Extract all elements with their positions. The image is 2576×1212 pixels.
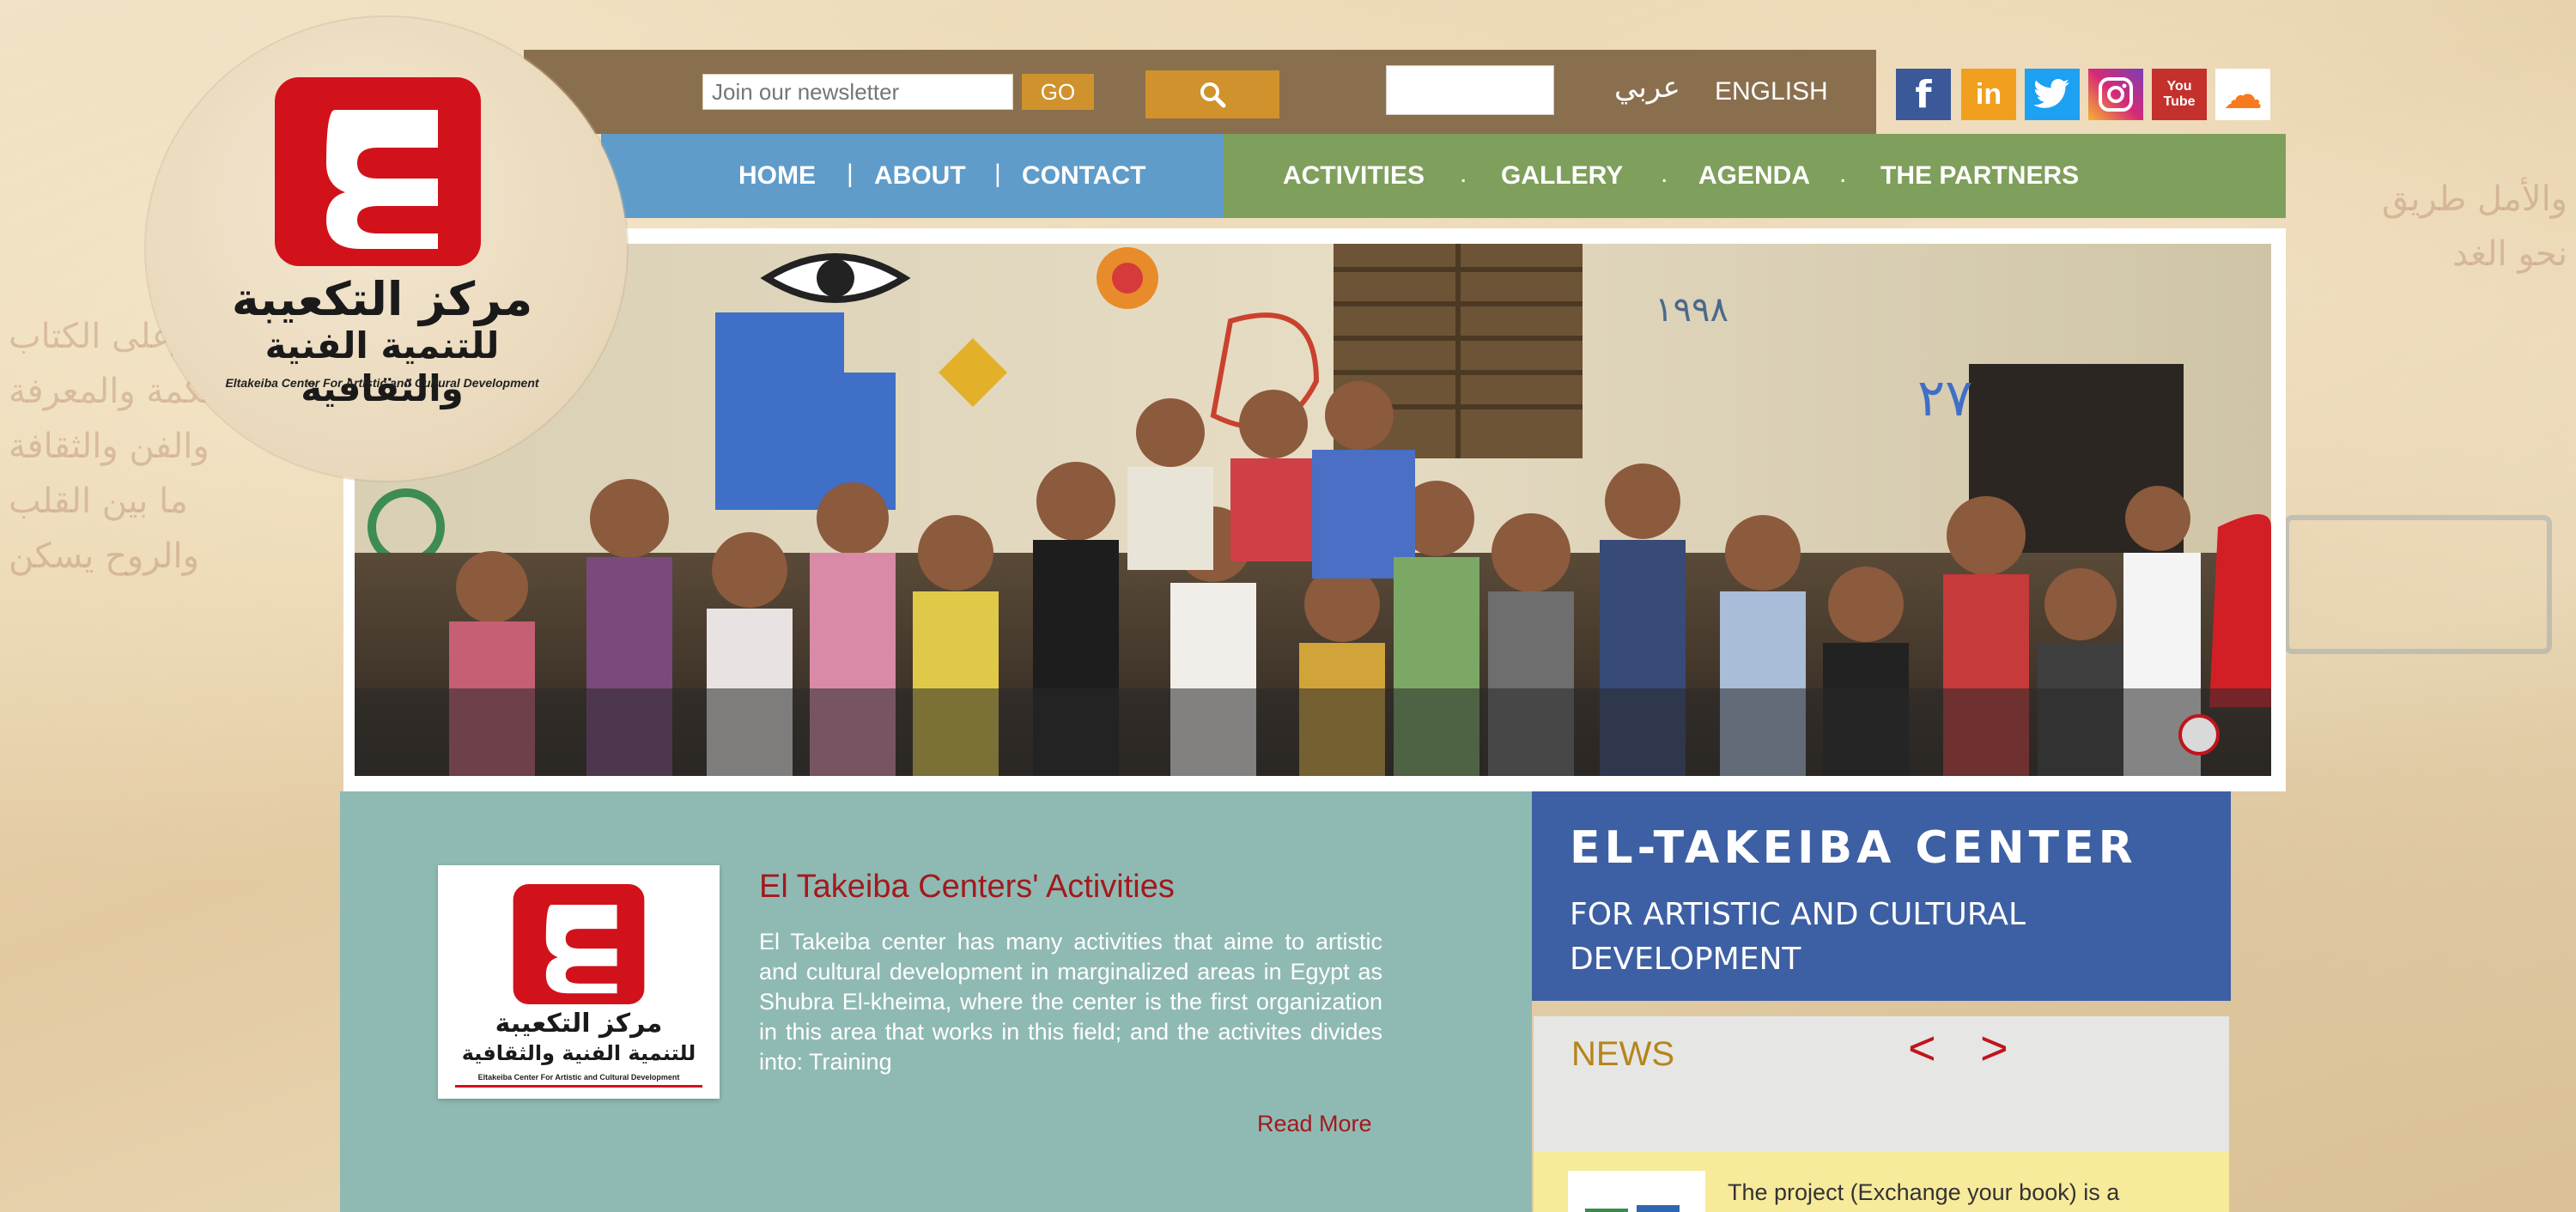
language-english-link[interactable]: ENGLISH	[1715, 77, 1828, 106]
center-title: EL-TAKEIBA CENTER	[1570, 822, 2137, 874]
thumbnail-arabic-name: مركز التكعيبة للتنمية الفنية والثقافية	[450, 1009, 708, 1068]
news-next-button[interactable]: >	[1980, 1020, 2008, 1076]
nav-separator: |	[994, 160, 1001, 188]
activities-description: El Takeiba center has many activities th…	[759, 929, 1382, 1075]
activities-thumbnail[interactable]: مركز التكعيبة للتنمية الفنية والثقافية E…	[438, 865, 720, 1099]
facebook-icon[interactable]: f	[1896, 69, 1951, 120]
newsletter-input[interactable]	[702, 74, 1013, 110]
news-title: NEWS	[1571, 1035, 1674, 1073]
hero-slider[interactable]: ١٩٩٨ ٢٧	[355, 244, 2271, 776]
site-logo[interactable]: مركز التكعيبة للتنمية الفنية والثقافية E…	[146, 17, 627, 481]
nav-separator: .	[1839, 160, 1847, 188]
nav-partners[interactable]: THE PARTNERS	[1880, 161, 2079, 191]
thumbnail-arabic-line2: للتنمية الفنية والثقافية	[461, 1041, 696, 1065]
instagram-camera-icon	[2099, 77, 2133, 112]
news-item[interactable]: The project (Exchange your book) is a	[1534, 1152, 2229, 1212]
nav-home[interactable]: HOME	[738, 161, 816, 191]
read-more-link[interactable]: Read More	[1257, 1111, 1372, 1137]
thumbnail-english-name: Eltakeiba Center For Artistic and Cultur…	[477, 1073, 680, 1082]
twitter-bird-icon	[2033, 79, 2069, 108]
nav-separator: |	[847, 160, 854, 188]
nav-agenda[interactable]: AGENDA	[1698, 161, 1810, 191]
book-icon	[1585, 1205, 1680, 1212]
search-input[interactable]	[1386, 65, 1554, 115]
svg-text:٢٧: ٢٧	[1917, 368, 1972, 428]
activities-title[interactable]: El Takeiba Centers' Activities	[759, 869, 1175, 906]
thumbnail-underline	[455, 1085, 702, 1088]
thumbnail-arabic-line1: مركز التكعيبة	[495, 1009, 663, 1039]
center-subtitle: FOR ARTISTIC AND CULTURAL DEVELOPMENT	[1570, 897, 2026, 977]
nav-separator: .	[1661, 160, 1668, 188]
logo-arabic-line1: مركز التكعيبة	[231, 272, 533, 326]
soundcloud-icon[interactable]: ☁	[2215, 69, 2270, 120]
logo-letter-mark-icon	[275, 77, 481, 266]
youtube-icon[interactable]: You Tube	[2152, 69, 2207, 120]
logo-arabic-name: مركز التكعيبة للتنمية الفنية والثقافية	[215, 275, 550, 410]
news-item-thumbnail	[1568, 1171, 1705, 1212]
news-prev-button[interactable]: <	[1908, 1020, 1936, 1076]
nav-gallery[interactable]: GALLERY	[1501, 161, 1623, 191]
linkedin-icon[interactable]: in	[1961, 69, 2016, 120]
nav-contact[interactable]: CONTACT	[1022, 161, 1145, 191]
search-icon	[1200, 82, 1226, 108]
nav-activities[interactable]: ACTIVITIES	[1283, 161, 1425, 191]
nav-about[interactable]: ABOUT	[874, 161, 966, 191]
language-arabic-link[interactable]: عربي	[1614, 70, 1680, 105]
svg-text:١٩٩٨: ١٩٩٨	[1655, 290, 1728, 330]
twitter-icon[interactable]	[2025, 69, 2080, 120]
logo-arabic-line2: للتنمية الفنية والثقافية	[264, 324, 500, 409]
thumbnail-logo-mark-icon	[513, 884, 645, 1004]
background-calligraphy-right: والأمل طريق نحو الغد	[2381, 179, 2567, 274]
hero-caption-bar	[355, 688, 2271, 776]
background-stamp	[2284, 515, 2552, 654]
search-button[interactable]	[1145, 70, 1279, 118]
logo-english-name: Eltakeiba Center For Artistic and Cultur…	[225, 376, 539, 390]
nav-separator: .	[1460, 160, 1467, 188]
instagram-icon[interactable]	[2088, 69, 2143, 120]
news-item-text: The project (Exchange your book) is a	[1728, 1179, 2120, 1205]
newsletter-go-button[interactable]: GO	[1022, 74, 1094, 110]
slider-indicator[interactable]	[2178, 714, 2220, 755]
